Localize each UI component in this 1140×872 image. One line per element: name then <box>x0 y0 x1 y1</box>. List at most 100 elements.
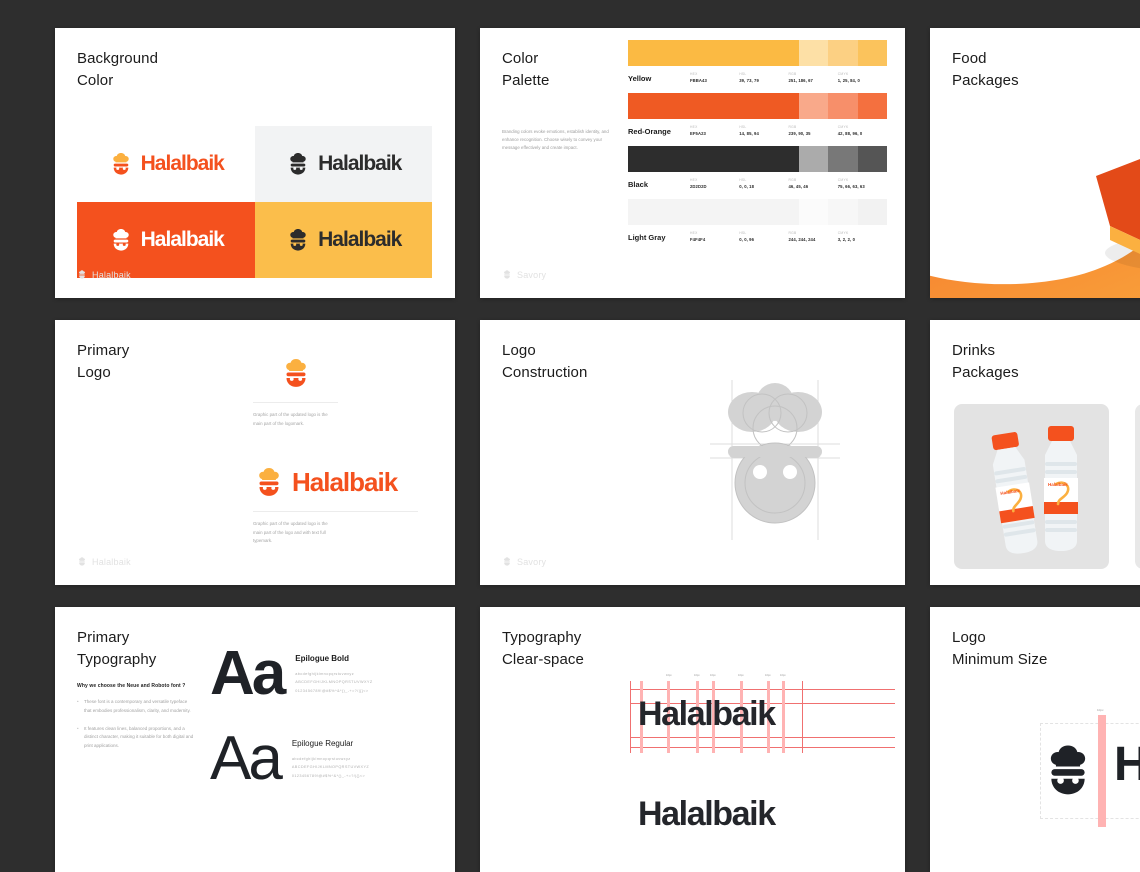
palette-tint-swatch <box>857 199 888 225</box>
palette-number: 39, 73, 79 <box>739 78 759 83</box>
palette-value-hsl: HSL 39, 73, 79 <box>739 72 788 83</box>
palette-row[interactable]: Red-Orange HEX EF5A23 HSL 14, 85, 94 RGB… <box>628 93 888 136</box>
corner-mark <box>63 36 68 41</box>
palette-row[interactable]: Black HEX 2D2D2D HSL 0, 0, 18 RGB 46, 45… <box>628 146 888 189</box>
palette-row[interactable]: Light Gray HEX F4F4F4 HSL 0, 0, 96 RGB 2… <box>628 199 888 242</box>
palette-base-swatch <box>628 40 799 66</box>
chef-mark-icon <box>112 153 129 175</box>
card-logo-construction[interactable]: Logo Construction Savory <box>480 320 905 585</box>
corner-mark <box>892 615 897 620</box>
specimen-glyphs: abcdefghijklmnopqrstuvwxyz ABCDEFGHIJKLM… <box>295 671 373 693</box>
clearspace-band <box>1098 715 1106 827</box>
palette-bar <box>628 40 888 66</box>
card-primary-logo[interactable]: Primary Logo Graphic part of the updated… <box>55 320 455 585</box>
card-title: Logo Minimum Size <box>952 629 1048 668</box>
palette-key: CMYK <box>837 178 849 182</box>
logo-lockup: Halalbaik <box>285 227 402 253</box>
palette-name: Red-Orange <box>628 127 671 136</box>
palette-values: HEX FBBA43 HSL 39, 73, 79 RGB 251, 186, … <box>690 72 887 83</box>
palette-key: RGB <box>788 178 797 182</box>
clearspace-tick-label: 10px <box>765 674 771 677</box>
primary-logo-lockup-caption: Graphic part of the updated logo is the … <box>253 521 328 544</box>
card-food-packages[interactable]: Food Packages <box>930 28 1140 298</box>
clearspace-primary-row: 10px 10px 10px 10px 10px 10px Halalbaik <box>630 674 895 753</box>
palette-number: FBBA43 <box>690 78 707 83</box>
corner-mark <box>892 285 897 290</box>
card-title: Background Color <box>77 50 159 89</box>
card-typography-clearspace[interactable]: Typography Clear-space 10px 10px 10px 10… <box>480 607 905 872</box>
card-footer-label: Halalbaik <box>92 269 131 280</box>
palette-value-rgb: RGB 239, 90, 35 <box>789 125 838 136</box>
coffee-cup-illustration <box>1135 404 1140 569</box>
clearspace-wordmark-secondary: Halalbaik <box>638 795 776 833</box>
palette-tint-swatch <box>857 146 888 172</box>
palette-name: Yellow <box>628 74 652 83</box>
palette-value-hsl: HSL 0, 0, 96 <box>739 231 788 242</box>
palette-key: RGB <box>788 125 797 129</box>
palette-bar <box>628 146 888 172</box>
typography-rationale: Why we choose the Neue and Roboto font ?… <box>77 683 195 760</box>
palette-tint-swatch <box>798 146 829 172</box>
divider <box>253 402 338 403</box>
corner-mark <box>892 328 897 333</box>
card-drinks-packages[interactable]: Drinks Packages Halalbaik Halalbaik <box>930 320 1140 585</box>
swatch-cell-white[interactable]: Halalbaik <box>77 126 255 202</box>
drinks-package-photos: Halalbaik Halalbaik <box>930 320 1140 585</box>
guide-line-vertical <box>630 681 631 753</box>
palette-meta: Black HEX 2D2D2D HSL 0, 0, 18 RGB 46, 45… <box>628 178 887 189</box>
card-title: Typography Clear-space <box>502 629 584 668</box>
wordmark: Halalbaik <box>318 228 402 251</box>
palette-value-cmyk: CMYK 75, 66, 63, 63 <box>838 178 887 189</box>
palette-key: HEX <box>690 231 698 235</box>
card-grid: Background Color Halalbaik Halalbaik Hal… <box>55 28 1140 872</box>
corner-mark <box>892 572 897 577</box>
palette-tint-swatch <box>798 40 829 66</box>
swatch-cell-yellow[interactable]: Halalbaik <box>254 202 432 278</box>
card-logo-minimum-size[interactable]: Logo Minimum Size 10px Ha <box>930 607 1140 872</box>
swatch-cell-light-gray[interactable]: Halalbaik <box>254 126 432 202</box>
corner-mark <box>488 615 493 620</box>
chef-mark-icon <box>1050 745 1086 795</box>
specimen-details: Epilogue Regular abcdefghijklmnopqrstuvw… <box>292 739 412 780</box>
palette-row[interactable]: Yellow HEX FBBA43 HSL 39, 73, 79 RGB 251… <box>628 40 888 83</box>
background-swatch-grid: Halalbaik Halalbaik Halalbaik Halalbaik <box>77 126 432 278</box>
palette-list: Yellow HEX FBBA43 HSL 39, 73, 79 RGB 251… <box>628 40 888 252</box>
typography-rationale-heading: Why we choose the Neue and Roboto font ? <box>77 683 186 689</box>
chef-mark-icon <box>285 359 306 387</box>
specimen-details: Epilogue Bold abcdefghijklmnopqrstuvwxyz… <box>295 654 415 695</box>
card-background-color[interactable]: Background Color Halalbaik Halalbaik Hal… <box>55 28 455 298</box>
palette-value-hsl: HSL 14, 85, 94 <box>739 125 788 136</box>
palette-number: 75, 66, 63, 63 <box>837 184 865 189</box>
palette-number: 2D2D2D <box>690 184 707 189</box>
palette-value-hsl: HSL 0, 0, 18 <box>739 178 788 189</box>
palette-key: HEX <box>690 125 698 129</box>
food-package-photo: Halalbaik <box>930 28 1140 298</box>
card-footer: Halalbaik <box>77 556 131 567</box>
card-footer: Savory <box>502 556 546 567</box>
palette-value-hex: HEX F4F4F4 <box>690 231 739 242</box>
palette-number: 0, 0, 18 <box>739 184 755 189</box>
palette-name: Black <box>628 180 649 189</box>
specimen-sample: Aa <box>210 639 286 708</box>
card-title: Color Palette <box>502 50 550 89</box>
palette-value-cmyk: CMYK 42, 88, 96, 0 <box>838 125 887 136</box>
palette-number: 46, 45, 46 <box>788 184 809 189</box>
corner-mark <box>488 285 493 290</box>
chef-mark-icon <box>504 270 510 279</box>
palette-value-cmyk: CMYK 3, 2, 2, 0 <box>838 231 887 242</box>
card-primary-typography[interactable]: Primary Typography Why we choose the Neu… <box>55 607 455 872</box>
palette-number: 0, 0, 96 <box>739 237 755 242</box>
palette-tint-swatch <box>828 93 858 119</box>
palette-value-hex: HEX FBBA43 <box>690 72 739 83</box>
clearspace-tick-label: 10px <box>780 674 786 677</box>
card-footer: Halalbaik <box>77 269 131 280</box>
card-color-palette[interactable]: Color Palette Branding colors evoke emot… <box>480 28 905 298</box>
corner-mark <box>892 36 897 41</box>
divider <box>253 511 418 512</box>
palette-number: 251, 186, 67 <box>788 78 813 83</box>
palette-values: HEX F4F4F4 HSL 0, 0, 96 RGB 244, 244, 24… <box>690 231 887 242</box>
palette-number: 244, 244, 244 <box>788 237 816 242</box>
wordmark: Halalbaik <box>140 228 225 251</box>
minimum-size-wordmark: Ha <box>1114 738 1140 791</box>
swatch-cell-red-orange[interactable]: Halalbaik <box>77 202 255 278</box>
